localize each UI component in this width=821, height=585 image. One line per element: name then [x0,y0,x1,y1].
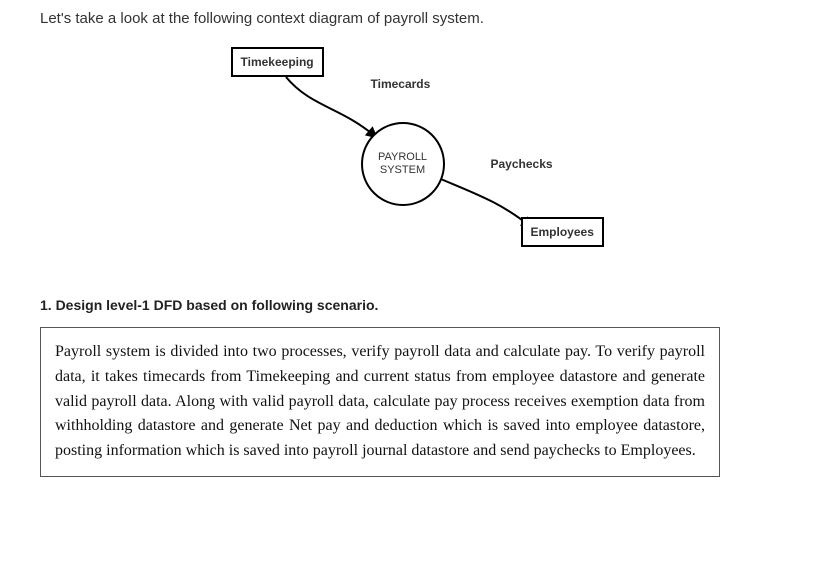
external-entity-employees: Employees [521,217,604,247]
context-diagram: Timekeeping PAYROLLSYSTEM Employees Time… [231,47,591,267]
external-entity-timekeeping: Timekeeping [231,47,324,77]
flow-label-paychecks: Paychecks [491,157,553,171]
process-payroll-system: PAYROLLSYSTEM [361,122,445,206]
flow-label-timecards: Timecards [371,77,431,91]
intro-paragraph: Let's take a look at the following conte… [40,10,781,27]
scenario-box: Payroll system is divided into two proce… [40,327,720,477]
question-heading: 1. Design level-1 DFD based on following… [40,297,781,313]
scenario-text: Payroll system is divided into two proce… [55,340,705,464]
document-page: Let's take a look at the following conte… [0,0,821,585]
process-label: PAYROLLSYSTEM [378,151,427,177]
